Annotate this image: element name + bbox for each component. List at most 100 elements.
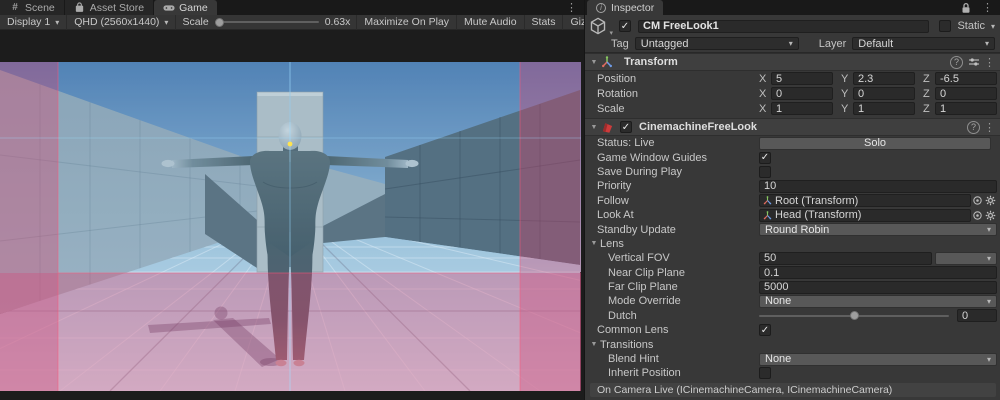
component-menu-icon[interactable]: ⋮ (984, 56, 1000, 69)
transform-mini-icon (763, 211, 772, 220)
dutch-value-field[interactable]: 0 (957, 309, 997, 322)
static-label: Static (957, 20, 985, 32)
cinemachine-header[interactable]: ▼ ✓ CinemachineFreeLook ? ⋮ (585, 118, 1000, 136)
transform-header[interactable]: ▼ Transform ? ⋮ (585, 53, 1000, 71)
priority-row: Priority 10 (585, 179, 1000, 193)
inherit-position-checkbox[interactable] (759, 367, 771, 379)
game-viewport-letterbox (0, 30, 584, 400)
follow-row: Follow Root (Transform) (585, 194, 1000, 208)
common-lens-checkbox[interactable]: ✓ (759, 324, 771, 336)
priority-field[interactable]: 10 (759, 180, 997, 193)
rotation-z-field[interactable]: 0 (935, 87, 997, 100)
scale-slider[interactable] (215, 21, 319, 23)
near-clip-field[interactable]: 0.1 (759, 266, 997, 279)
game-render-surface[interactable] (0, 62, 581, 391)
tab-game[interactable]: Game (154, 0, 217, 15)
vertical-fov-field[interactable]: 50 (759, 252, 932, 265)
game-window-guides-row: Game Window Guides ✓ (585, 150, 1000, 164)
gear-icon[interactable] (984, 194, 997, 207)
scale-slider-thumb[interactable] (215, 18, 224, 27)
chevron-down-icon: ▾ (987, 297, 991, 306)
camera-live-status-bar: On Camera Live (ICinemachineCamera, ICin… (590, 383, 996, 397)
static-flags-dropdown-icon[interactable]: ▾ (991, 22, 995, 31)
display-dropdown[interactable]: Display 1 ▾ (0, 15, 67, 30)
help-icon[interactable]: ? (967, 121, 980, 134)
mode-override-dropdown[interactable]: None ▾ (759, 295, 997, 308)
scale-y-field[interactable]: 1 (853, 102, 915, 115)
chevron-down-icon: ▾ (987, 254, 991, 263)
scale-x-field[interactable]: 1 (771, 102, 833, 115)
cinemachine-body: Status: Live Solo Game Window Guides ✓ S… (585, 136, 1000, 381)
transitions-foldout-row[interactable]: ▼ Transitions (585, 337, 1000, 351)
scale-value: 0.63x (325, 16, 351, 28)
scene-grid-icon: # (9, 3, 21, 13)
dutch-slider[interactable] (759, 309, 949, 322)
chevron-down-icon: ▾ (985, 39, 989, 48)
object-picker-icon[interactable] (971, 194, 984, 207)
unity-editor-window: # Scene Asset Store Game ⋮ Display 1 ▾ Q… (0, 0, 1000, 400)
transform-rows: Position X 5 Y 2.3 Z -6.5 Rotation X 0 Y… (585, 71, 1000, 116)
lens-foldout-row[interactable]: ▼ Lens (585, 237, 1000, 251)
component-enabled-checkbox[interactable]: ✓ (620, 121, 632, 133)
gamepad-icon (163, 3, 175, 13)
inspector-tab-bar: i Inspector ⋮ (585, 0, 1000, 15)
mute-audio-button[interactable]: Mute Audio (456, 15, 524, 30)
standby-update-row: Standby Update Round Robin ▾ (585, 222, 1000, 236)
tab-asset-store[interactable]: Asset Store (65, 0, 153, 15)
rotation-x-field[interactable]: 0 (771, 87, 833, 100)
layer-dropdown[interactable]: Default ▾ (852, 37, 995, 50)
lookat-row: Look At Head (Transform) (585, 208, 1000, 222)
chevron-down-icon: ▾ (987, 225, 991, 234)
solo-button[interactable]: Solo (759, 137, 991, 150)
tab-inspector[interactable]: i Inspector (587, 0, 663, 15)
position-x-field[interactable]: 5 (771, 72, 833, 85)
rotation-row: Rotation X 0 Y 0 Z 0 (585, 86, 1000, 101)
stats-button[interactable]: Stats (524, 15, 563, 30)
inspector-menu-icon[interactable]: ⋮ (975, 0, 1000, 15)
mode-override-row: Mode Override None ▾ (585, 294, 1000, 308)
help-icon[interactable]: ? (950, 56, 963, 69)
game-view-pane: # Scene Asset Store Game ⋮ Display 1 ▾ Q… (0, 0, 584, 400)
standby-update-dropdown[interactable]: Round Robin ▾ (759, 223, 997, 236)
scale-label: Scale (182, 16, 208, 28)
asset-store-bag-icon (74, 3, 86, 13)
blend-hint-dropdown[interactable]: None ▾ (759, 353, 997, 366)
fov-preset-dropdown[interactable]: ▾ (935, 252, 997, 265)
game-window-guides-checkbox[interactable]: ✓ (759, 152, 771, 164)
blend-hint-row: Blend Hint None ▾ (585, 352, 1000, 366)
lookat-object-field[interactable]: Head (Transform) (759, 209, 971, 222)
object-picker-icon[interactable] (971, 209, 984, 222)
view-tab-bar: # Scene Asset Store Game ⋮ (0, 0, 584, 15)
save-during-play-checkbox[interactable] (759, 166, 771, 178)
position-z-field[interactable]: -6.5 (935, 72, 997, 85)
maximize-on-play-button[interactable]: Maximize On Play (356, 15, 456, 30)
foldout-icon[interactable]: ▼ (588, 59, 600, 66)
static-checkbox[interactable] (939, 20, 951, 32)
tab-scene[interactable]: # Scene (0, 0, 64, 15)
game-tab-menu-icon[interactable]: ⋮ (559, 0, 584, 15)
foldout-icon: ▼ (588, 240, 600, 247)
presets-icon[interactable] (967, 56, 981, 69)
inherit-position-row: Inherit Position (585, 366, 1000, 380)
foldout-icon[interactable]: ▼ (588, 124, 600, 131)
rotation-y-field[interactable]: 0 (853, 87, 915, 100)
position-y-field[interactable]: 2.3 (853, 72, 915, 85)
dutch-row: Dutch 0 (585, 309, 1000, 323)
follow-object-field[interactable]: Root (Transform) (759, 194, 971, 207)
chevron-down-icon: ▾ (789, 39, 793, 48)
gameobject-name-field[interactable]: CM FreeLook1 (638, 20, 929, 33)
gear-icon[interactable] (984, 209, 997, 222)
component-menu-icon[interactable]: ⋮ (984, 121, 1000, 134)
common-lens-row: Common Lens ✓ (585, 323, 1000, 337)
gameobject-header: ▾ ✓ CM FreeLook1 Static ▾ Tag Untagged ▾… (585, 15, 1000, 53)
dutch-slider-thumb[interactable] (850, 311, 859, 320)
lookat-target-dot (288, 142, 293, 147)
far-clip-field[interactable]: 5000 (759, 281, 997, 294)
inspector-lock-icon[interactable] (957, 0, 975, 15)
scale-z-field[interactable]: 1 (935, 102, 997, 115)
resolution-dropdown[interactable]: QHD (2560x1440) ▾ (67, 15, 176, 30)
tag-dropdown[interactable]: Untagged ▾ (635, 37, 799, 50)
gameobject-active-checkbox[interactable]: ✓ (619, 20, 631, 32)
chevron-down-icon: ▾ (55, 18, 59, 27)
gameobject-icon-selector[interactable]: ▾ (589, 17, 609, 35)
